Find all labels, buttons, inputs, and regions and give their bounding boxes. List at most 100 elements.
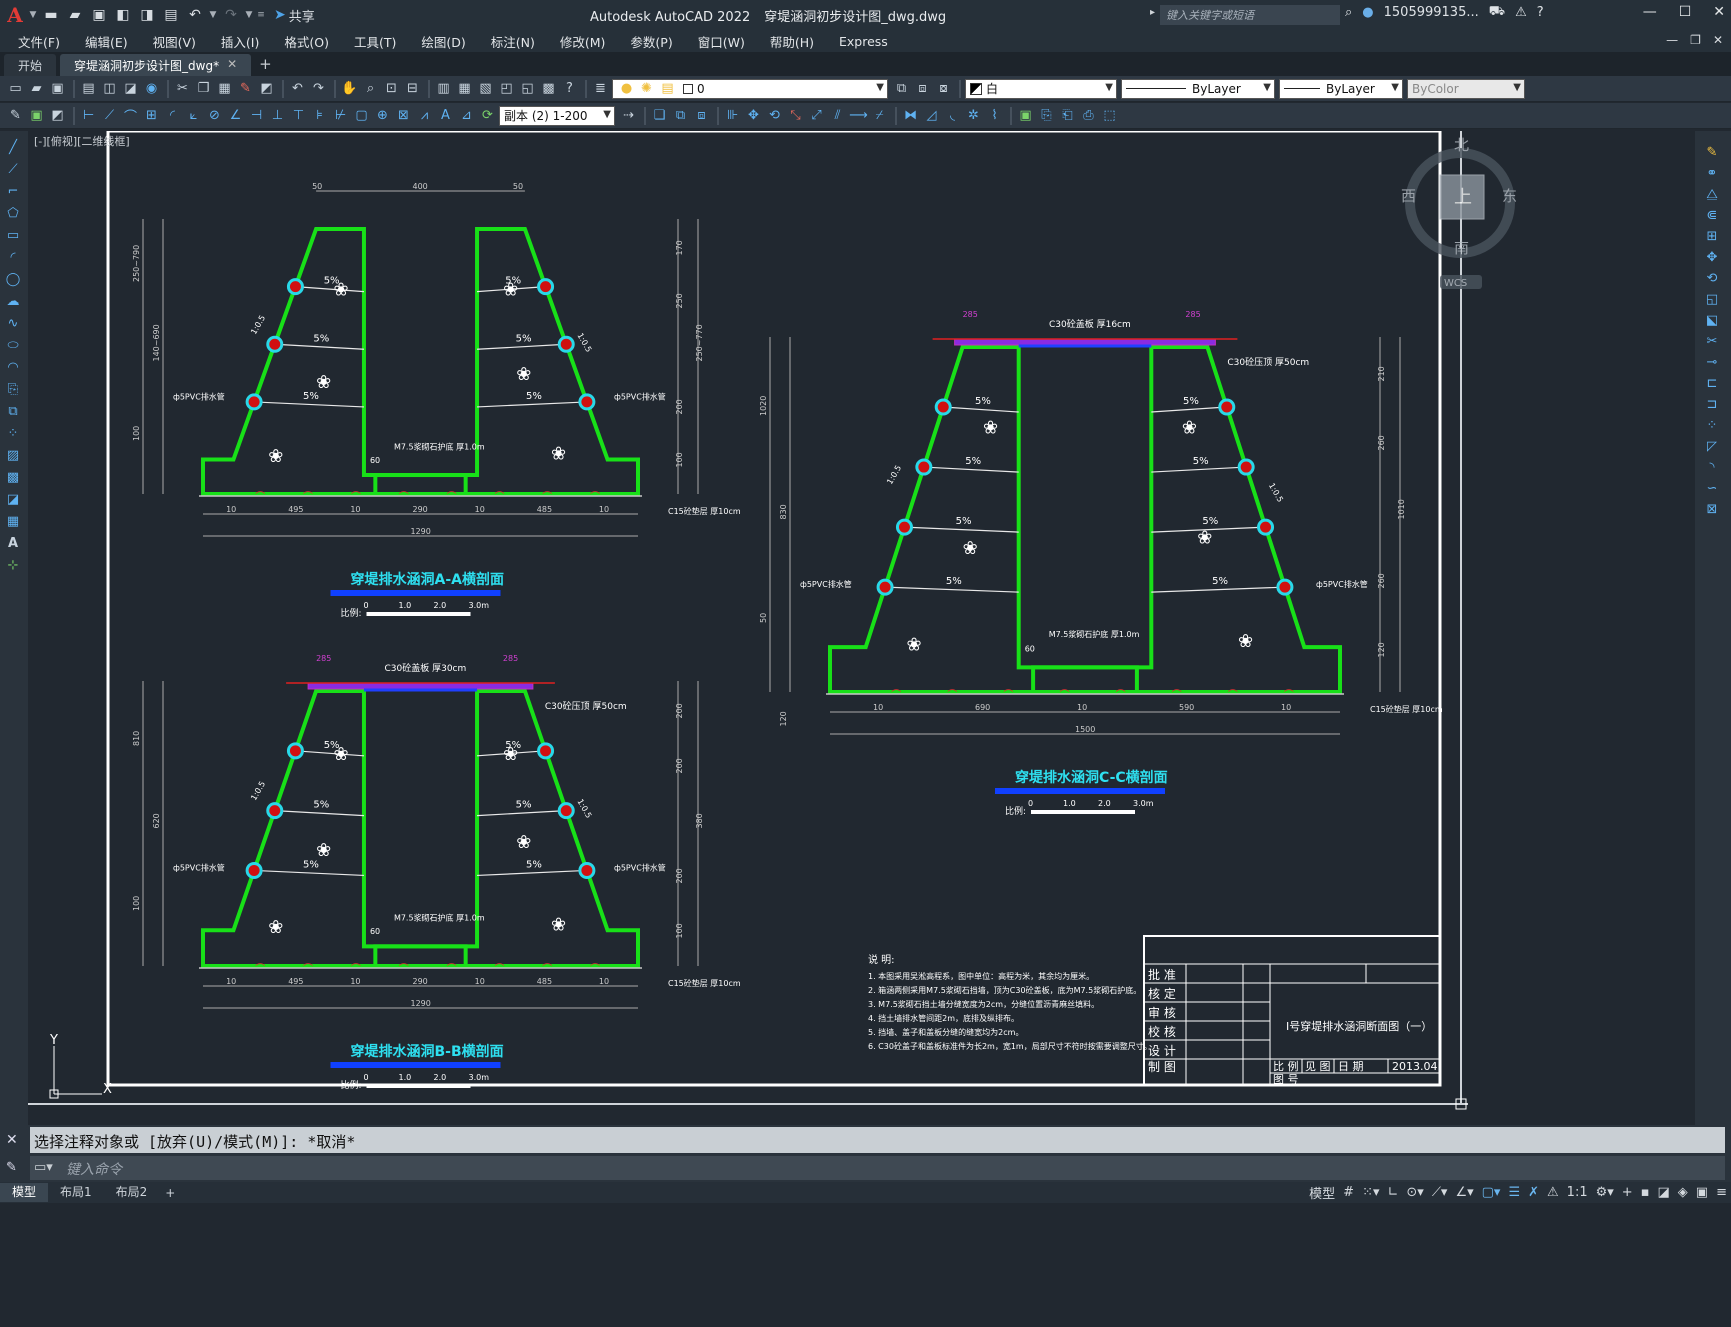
trim-icon[interactable]: ⫽ (828, 106, 847, 125)
layer-states-icon[interactable]: ⧇ (934, 79, 953, 98)
copy-tool-icon[interactable]: ❏ (650, 106, 669, 125)
arc-length-icon[interactable]: ⌒ (121, 106, 140, 125)
customize-qat-icon[interactable]: ≡ (256, 4, 266, 26)
ortho-icon[interactable]: ∟ (1387, 1185, 1398, 1200)
undo-icon[interactable]: ↶ (288, 79, 307, 98)
dim-edit-icon[interactable]: A (436, 106, 455, 125)
menu-item-4[interactable]: 格式(O) (284, 32, 329, 51)
file-tab-0[interactable]: 开始 (4, 54, 57, 76)
tolerance-icon[interactable]: ▢ (352, 106, 371, 125)
publish-icon[interactable]: ◪ (121, 79, 140, 98)
design-center-icon[interactable]: ▦ (455, 79, 474, 98)
rotate-tool-icon[interactable]: ⟲ (1703, 269, 1722, 288)
stretch-tool-icon[interactable]: ⬕ (1703, 311, 1722, 330)
isodraft-icon[interactable]: ∠▾ (1455, 1185, 1473, 1200)
baseline-dim-icon[interactable]: ⊥ (268, 106, 287, 125)
menu-item-5[interactable]: 工具(T) (354, 32, 396, 51)
point-icon[interactable]: ⁘ (3, 423, 23, 443)
add-selected-icon[interactable]: ⊹ (3, 555, 23, 575)
attach-icon[interactable]: ⎘ (1037, 106, 1056, 125)
tool-palettes-icon[interactable]: ▧ (476, 79, 495, 98)
aligned-dim-icon[interactable]: ⟋ (100, 106, 119, 125)
grid-icon[interactable]: # (1343, 1185, 1354, 1200)
explode-tool-icon[interactable]: ⊠ (1703, 500, 1722, 519)
break-icon[interactable]: ⌿ (870, 106, 889, 125)
layer-dropdown[interactable]: ● ✺ ▤ 0 ▼ (612, 78, 888, 99)
match-properties-icon[interactable]: ✎ (236, 79, 255, 98)
insert-block-icon[interactable]: ▣ (1016, 106, 1035, 125)
chamfer-icon[interactable]: ◿ (922, 106, 941, 125)
lineweight-dropdown[interactable]: ByLayer ▼ (1279, 78, 1403, 99)
extend-icon[interactable]: ⟶ (849, 106, 868, 125)
diameter-dim-icon[interactable]: ⊘ (205, 106, 224, 125)
sheet-set-icon[interactable]: ◰ (497, 79, 516, 98)
block-editor-icon[interactable]: ◩ (257, 79, 276, 98)
menu-item-8[interactable]: 修改(M) (560, 32, 606, 51)
polyline-icon[interactable]: ⌐ (3, 181, 23, 201)
close-doc-icon[interactable]: ✕ (1713, 33, 1723, 47)
menu-item-3[interactable]: 插入(I) (221, 32, 259, 51)
lineweight-toggle-icon[interactable]: ☰ (1508, 1185, 1520, 1200)
viewcube-south[interactable]: 南 (1454, 239, 1469, 257)
trim-tool-icon[interactable]: ✂ (1703, 332, 1722, 351)
break-point-icon[interactable]: ⊏ (1703, 374, 1722, 393)
join-tool-icon[interactable]: ⁘ (1703, 416, 1722, 435)
scale-icon[interactable]: ⤡ (786, 106, 805, 125)
user-icon[interactable]: ● (1362, 5, 1373, 20)
units-icon[interactable]: ▪ (1641, 1185, 1650, 1200)
join-icon[interactable]: ⧓ (901, 106, 920, 125)
construction-line-icon[interactable]: ⟋ (3, 159, 23, 179)
print-icon[interactable]: ▤ (79, 79, 98, 98)
insert-block-icon[interactable]: ⎘ (3, 379, 23, 399)
fillet-icon[interactable]: ◟ (943, 106, 962, 125)
restore-doc-icon[interactable]: ❐ (1690, 33, 1701, 47)
zoom-previous-icon[interactable]: ⊟ (403, 79, 422, 98)
isolate-objects-icon[interactable]: ◈ (1678, 1185, 1688, 1200)
workspace-gear-icon[interactable]: ⚙▾ (1596, 1185, 1614, 1200)
drawing-canvas[interactable]: [-][俯视][二维线框] ⌒ ⌒ ⌒ ⌒ ⌒ ⌒ ⌒ ⌒ 50 400 50 5% 5% 5% 5% 5% 5… (28, 131, 1695, 1125)
extend-tool-icon[interactable]: ⊸ (1703, 353, 1722, 372)
plotstyle-dropdown[interactable]: ByColor ▼ (1407, 78, 1525, 99)
edit-polyline-icon[interactable]: ⌇ (985, 106, 1004, 125)
menu-item-11[interactable]: 帮助(H) (770, 32, 814, 51)
menu-item-1[interactable]: 编辑(E) (85, 32, 128, 51)
redo-icon[interactable]: ↷ (309, 79, 328, 98)
polar-icon[interactable]: ⊙▾ (1406, 1185, 1423, 1200)
arc-icon[interactable]: ◜ (3, 247, 23, 267)
help-icon[interactable]: ? (560, 79, 579, 98)
osnap-icon[interactable]: ▢▾ (1482, 1185, 1501, 1200)
erase-icon[interactable]: ✎ (1703, 143, 1722, 162)
zoom-realtime-icon[interactable]: ⌕ (361, 79, 380, 98)
jogged-linear-icon[interactable]: ⩘ (415, 106, 434, 125)
linear-dim-icon[interactable]: ⊢ (79, 106, 98, 125)
anno-scale-dropdown[interactable]: 副本 (2) 1-200 ▼ (499, 105, 615, 126)
clip-icon[interactable]: ⎗ (1058, 106, 1077, 125)
copy-icon[interactable]: ❐ (194, 79, 213, 98)
hatch-icon[interactable]: ▨ (3, 445, 23, 465)
xref-icon[interactable]: ⎙ (1079, 106, 1098, 125)
cart-icon[interactable]: ⛟ (1489, 4, 1505, 21)
continue-dim-icon[interactable]: ⊤ (289, 106, 308, 125)
ellipse-arc-icon[interactable]: ◠ (3, 357, 23, 377)
radius-dim-icon[interactable]: ◜ (163, 106, 182, 125)
paste-icon[interactable]: ▦ (215, 79, 234, 98)
customize-command-icon[interactable]: ✎ (6, 1160, 17, 1175)
dim-update-icon[interactable]: ⟳ (478, 106, 497, 125)
auto-scale-icon[interactable]: ⚠ (1547, 1185, 1559, 1200)
viewport-controls-label[interactable]: [-][俯视][二维线框] (34, 133, 130, 149)
search-expand-icon[interactable]: ▸ (1150, 7, 1155, 18)
array-tool-icon[interactable]: ⊞ (1703, 227, 1722, 246)
cut-icon[interactable]: ✂ (173, 79, 192, 98)
layout-tab-1[interactable]: 布局1 (48, 1183, 104, 1202)
dimstyle-icon[interactable]: ▣ (27, 106, 46, 125)
annotation-visibility-icon[interactable]: ✗ (1528, 1185, 1539, 1200)
redo-icon[interactable]: ↷ (220, 4, 242, 26)
share-button[interactable]: ➤ 共享 (274, 6, 315, 25)
osnap-tracking-icon[interactable]: ⟋▾ (1432, 1185, 1448, 1200)
dim-break-icon[interactable]: ⊬ (331, 106, 350, 125)
search-input[interactable]: 键入关键字或短语 (1160, 5, 1340, 25)
save-icon[interactable]: ▣ (48, 79, 67, 98)
new-tab-icon[interactable]: + (259, 55, 272, 76)
help-icon[interactable]: ? (1537, 5, 1544, 20)
polygon-icon[interactable]: ⬠ (3, 203, 23, 223)
